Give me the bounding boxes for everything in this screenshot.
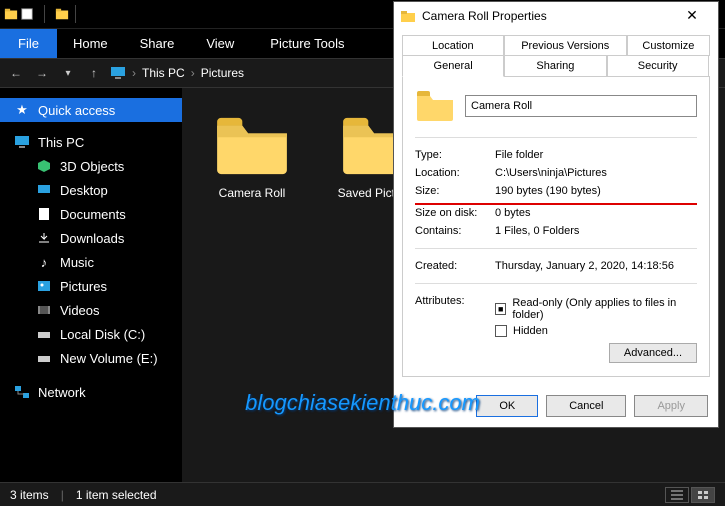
breadcrumb-pictures[interactable]: Pictures [201,66,244,80]
folder-label: Camera Roll [219,186,286,200]
drive-icon [36,350,52,366]
sidebar-item-new-volume-e[interactable]: New Volume (E:) [0,346,182,370]
size-on-disk-label: Size on disk: [415,203,495,219]
tab-file[interactable]: File [0,29,57,58]
type-value: File folder [495,149,697,161]
sidebar-item-downloads[interactable]: Downloads [0,226,182,250]
location-label: Location: [415,167,495,179]
monitor-icon [110,65,126,81]
folder-camera-roll[interactable]: Camera Roll [202,114,302,200]
tab-view[interactable]: View [190,29,250,58]
nav-forward-icon[interactable]: → [32,63,52,83]
created-label: Created: [415,260,495,272]
hidden-checkbox[interactable] [495,325,507,337]
sidebar-item-music[interactable]: ♪Music [0,250,182,274]
cancel-button[interactable]: Cancel [546,395,626,417]
videos-icon [36,302,52,318]
sidebar-item-local-disk-c[interactable]: Local Disk (C:) [0,322,182,346]
drive-icon [36,326,52,342]
sidebar: ★ Quick access This PC 3D Objects Deskto… [0,88,182,482]
nav-back-icon[interactable]: ← [6,63,26,83]
sidebar-network[interactable]: Network [0,380,182,404]
tab-general[interactable]: General [402,55,504,77]
properties-dialog: Camera Roll Properties ✕ Location Previo… [393,1,719,428]
sidebar-quick-access[interactable]: ★ Quick access [0,98,182,122]
folder-icon [213,114,291,176]
nav-up-icon[interactable]: ↑ [84,63,104,83]
properties-tabs: Location Previous Versions Customize Gen… [394,29,718,76]
dialog-title: Camera Roll Properties [422,9,672,23]
sidebar-item-pictures[interactable]: Pictures [0,274,182,298]
close-button[interactable]: ✕ [672,3,712,29]
contains-value: 1 Files, 0 Folders [495,225,697,237]
size-on-disk-value: 0 bytes [495,203,697,219]
created-value: Thursday, January 2, 2020, 14:18:56 [495,260,697,272]
breadcrumb-this-pc[interactable]: This PC [142,66,185,80]
location-value: C:\Users\ninja\Pictures [495,167,697,179]
network-icon [14,384,30,400]
tab-body-general: Type:File folder Location:C:\Users\ninja… [402,76,710,377]
apply-button[interactable]: Apply [634,395,708,417]
sidebar-item-videos[interactable]: Videos [0,298,182,322]
attributes-label: Attributes: [415,295,495,363]
music-icon: ♪ [36,254,52,270]
desktop-icon [36,182,52,198]
tab-security[interactable]: Security [607,55,709,77]
star-icon: ★ [14,102,30,118]
hidden-label: Hidden [513,325,548,337]
view-large-icons-icon[interactable] [691,487,715,503]
sidebar-item-documents[interactable]: Documents [0,202,182,226]
folder-qat-icon[interactable] [4,7,18,21]
sidebar-this-pc[interactable]: This PC [0,130,182,154]
dialog-titlebar[interactable]: Camera Roll Properties ✕ [394,2,718,29]
tab-picture-tools[interactable]: Picture Tools [254,29,360,58]
tab-previous-versions[interactable]: Previous Versions [504,35,627,56]
sidebar-this-pc-label: This PC [38,135,84,150]
tab-location[interactable]: Location [402,35,504,56]
monitor-icon [14,134,30,150]
size-label: Size: [415,185,495,197]
folder-icon [400,8,416,24]
status-item-count: 3 items [10,488,49,502]
document-icon [36,206,52,222]
tab-customize[interactable]: Customize [627,35,710,56]
dialog-buttons: OK Cancel Apply [394,385,718,427]
view-details-icon[interactable] [665,487,689,503]
tab-sharing[interactable]: Sharing [504,55,606,77]
nav-history-icon[interactable]: ▾ [58,63,78,83]
type-label: Type: [415,149,495,161]
folder-name-input[interactable] [465,95,697,117]
tab-share[interactable]: Share [124,29,191,58]
sidebar-item-3d-objects[interactable]: 3D Objects [0,154,182,178]
sidebar-item-desktop[interactable]: Desktop [0,178,182,202]
ok-button[interactable]: OK [476,395,538,417]
readonly-label: Read-only (Only applies to files in fold… [512,297,697,321]
readonly-checkbox[interactable]: ■ [495,303,506,315]
contains-label: Contains: [415,225,495,237]
advanced-button[interactable]: Advanced... [609,343,697,363]
properties-qat-icon[interactable] [20,7,34,21]
tab-home[interactable]: Home [57,29,124,58]
folder-title-icon [55,7,69,21]
status-bar: 3 items | 1 item selected [0,482,725,506]
folder-icon [415,89,455,123]
download-icon [36,230,52,246]
status-selected: 1 item selected [76,488,157,502]
size-value: 190 bytes (190 bytes) [495,185,697,197]
sidebar-quick-access-label: Quick access [38,103,115,118]
cube-icon [36,158,52,174]
pictures-icon [36,278,52,294]
